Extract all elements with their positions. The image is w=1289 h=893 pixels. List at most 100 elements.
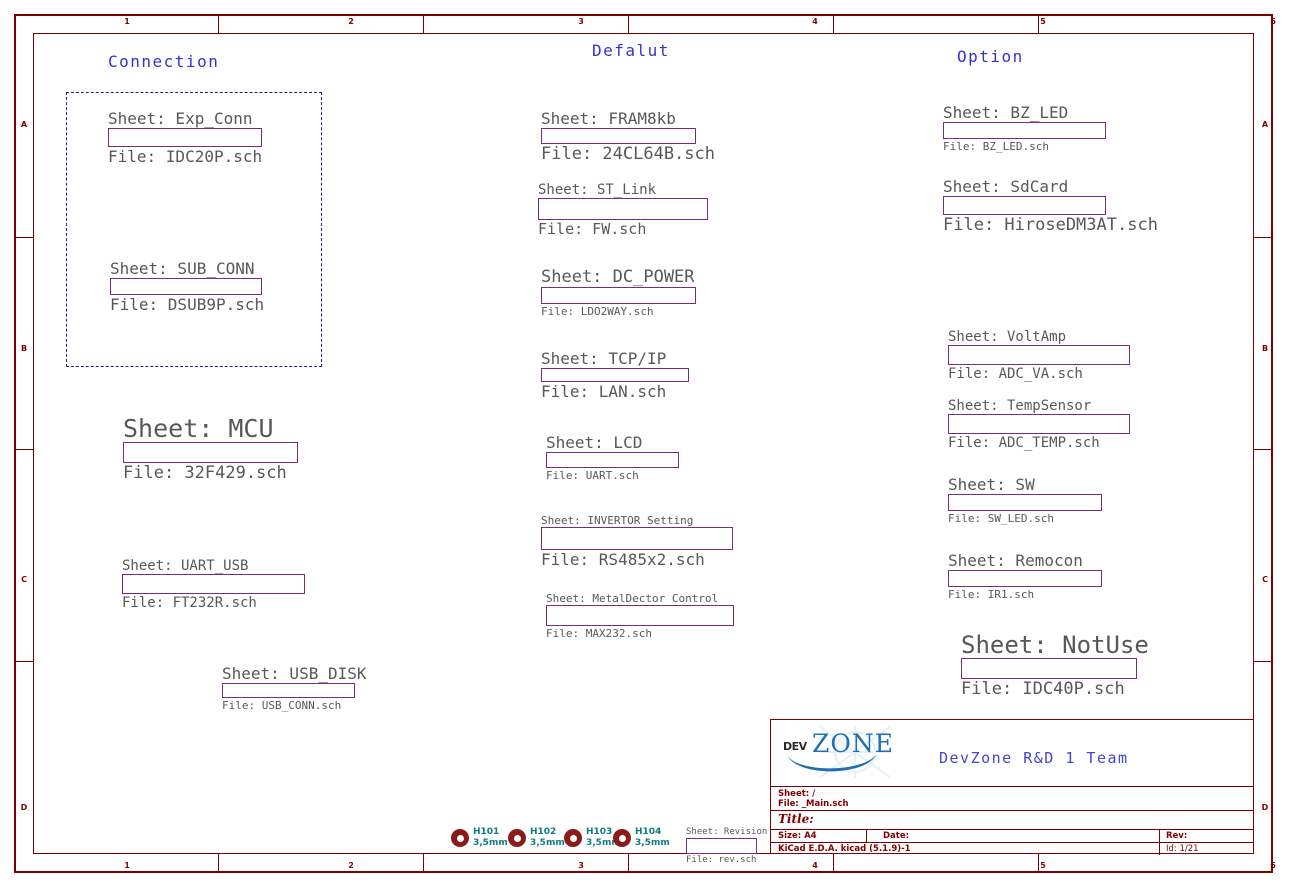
sheet-box[interactable] xyxy=(546,605,734,626)
sheet-name-label: Sheet: USB_DISK xyxy=(222,664,367,683)
sheet-file-label: File: UART.sch xyxy=(546,469,639,482)
zone-label-bottom-2: 2 xyxy=(348,861,354,870)
sheet-file-label: File: RS485x2.sch xyxy=(541,550,705,569)
sheet-symbol-st-link[interactable]: Sheet: ST_Link File: FW.sch xyxy=(538,183,708,237)
mounting-hole-label: H101 3,5mm xyxy=(473,827,508,849)
title-block-divider-2 xyxy=(771,810,1253,811)
sheet-symbol-remocon[interactable]: Sheet: Remocon File: IR1.sch xyxy=(948,553,1102,600)
sheet-symbol-usb-disk[interactable]: Sheet: USB_DISK File: USB_CONN.sch xyxy=(222,666,367,711)
sheet-box[interactable] xyxy=(541,287,696,304)
zone-label-bottom-1: 1 xyxy=(124,861,130,870)
zone-tick-bottom-3 xyxy=(628,854,630,873)
zone-tick-bottom-2 xyxy=(423,854,425,873)
schematic-sheet: 1 2 3 4 5 6 1 2 3 4 5 6 A B C D A B C D … xyxy=(0,0,1289,893)
sheet-box[interactable] xyxy=(948,494,1102,511)
sheet-name-label: Sheet: Revision xyxy=(686,827,768,837)
sheet-box[interactable] xyxy=(686,838,757,854)
file-name-text: File: _Main.sch xyxy=(778,799,849,809)
sheet-name-label: Sheet: INVERTOR Setting xyxy=(541,514,694,527)
mounting-hole-pad-icon xyxy=(564,829,582,847)
sheet-symbol-uart-usb[interactable]: Sheet: UART_USB File: FT232R.sch xyxy=(122,559,305,610)
zone-tick-right-c xyxy=(1254,661,1273,663)
sheet-symbol-invertor[interactable]: Sheet: INVERTOR Setting File: RS485x2.sc… xyxy=(541,515,733,568)
sheet-symbol-tempsensor[interactable]: Sheet: TempSensor File: ADC_TEMP.sch xyxy=(948,399,1130,450)
title-block: DEV ZONE DevZone R&D 1 Team Sheet: / Fil… xyxy=(770,719,1254,855)
sheet-file-label: File: rev.sch xyxy=(686,855,757,865)
sheet-box[interactable] xyxy=(948,414,1130,434)
sheet-file-label: File: FW.sch xyxy=(538,220,647,238)
zone-tick-top-3 xyxy=(628,14,630,33)
sheet-name-label: Sheet: SW xyxy=(948,475,1035,494)
mounting-hole-h104[interactable]: H104 3,5mm xyxy=(613,827,683,851)
sheet-symbol-bz-led[interactable]: Sheet: BZ_LED File: BZ_LED.sch xyxy=(943,105,1106,152)
sheet-file-label: File: MAX232.sch xyxy=(546,627,652,640)
sheet-box[interactable] xyxy=(108,128,262,147)
group-title-default: Defalut xyxy=(592,41,670,60)
sheet-box[interactable] xyxy=(541,128,696,144)
sheet-symbol-metaldector[interactable]: Sheet: MetalDector Control File: MAX232.… xyxy=(546,593,734,639)
devzone-logo: DEV ZONE xyxy=(781,726,893,778)
sheet-symbol-dc-power[interactable]: Sheet: DC_POWER File: LDO2WAY.sch xyxy=(541,269,696,317)
sheet-box[interactable] xyxy=(123,442,298,463)
mounting-hole-size: 3,5mm xyxy=(635,838,670,848)
sheet-symbol-sdcard[interactable]: Sheet: SdCard File: HiroseDM3AT.sch xyxy=(943,179,1158,234)
sheet-file-label: File: LDO2WAY.sch xyxy=(541,305,654,318)
sheet-symbol-sw[interactable]: Sheet: SW File: SW_LED.sch xyxy=(948,477,1102,524)
sheet-box[interactable] xyxy=(110,278,262,295)
sheet-name-label: Sheet: ST_Link xyxy=(538,182,657,198)
zone-tick-bottom-1 xyxy=(218,854,220,873)
sheet-box[interactable] xyxy=(943,196,1106,215)
sheet-symbol-revision[interactable]: Sheet: Revision File: rev.sch xyxy=(686,828,767,865)
sheet-name-label: Sheet: DC_POWER xyxy=(541,267,695,287)
zone-label-bottom-4: 4 xyxy=(812,861,818,870)
sheet-symbol-mcu[interactable]: Sheet: MCU File: 32F429.sch xyxy=(123,416,298,482)
sheet-name-label: Sheet: Remocon xyxy=(948,551,1083,570)
title-block-divider-1 xyxy=(771,786,1253,787)
sheet-symbol-fram8kb[interactable]: Sheet: FRAM8kb File: 24CL64B.sch xyxy=(541,111,715,163)
sheet-box[interactable] xyxy=(222,683,355,698)
company-name: DevZone R&D 1 Team xyxy=(939,749,1129,767)
title-block-vdivider-rev xyxy=(1159,829,1160,855)
sheet-box[interactable] xyxy=(948,570,1102,587)
logo-dev-text: DEV xyxy=(783,740,807,753)
sheet-box[interactable] xyxy=(943,122,1106,139)
sheet-file-label: File: SW_LED.sch xyxy=(948,512,1054,525)
sheet-box[interactable] xyxy=(541,368,689,382)
zone-label-top-5: 5 xyxy=(1040,17,1046,26)
zone-label-right-c: C xyxy=(1262,575,1268,584)
sheet-box[interactable] xyxy=(546,452,679,468)
logo-swoosh-icon xyxy=(785,753,885,775)
zone-label-top-6: 6 xyxy=(1270,17,1276,26)
sheet-name-label: Sheet: MCU xyxy=(123,414,274,443)
sheet-name-label: Sheet: TempSensor xyxy=(948,398,1092,414)
sheet-file-label: File: 32F429.sch xyxy=(123,463,287,483)
group-title-connection: Connection xyxy=(108,52,220,71)
zone-label-right-b: B xyxy=(1261,344,1269,353)
sheet-box[interactable] xyxy=(538,198,708,220)
sheet-box[interactable] xyxy=(961,658,1137,679)
zone-label-left-d: D xyxy=(20,803,28,812)
sheet-file-label: File: ADC_TEMP.sch xyxy=(948,435,1100,451)
sheet-file-label: File: DSUB9P.sch xyxy=(110,295,265,314)
sheet-symbol-sub-conn[interactable]: Sheet: SUB_CONN File: DSUB9P.sch xyxy=(110,261,264,313)
mounting-hole-label: H102 3,5mm xyxy=(530,827,565,849)
zone-label-top-3: 3 xyxy=(578,17,584,26)
sheet-symbol-tcp-ip[interactable]: Sheet: TCP/IP File: LAN.sch xyxy=(541,351,689,400)
sheet-symbol-notuse[interactable]: Sheet: NotUse File: IDC40P.sch xyxy=(961,633,1149,698)
sheet-symbol-lcd[interactable]: Sheet: LCD File: UART.sch xyxy=(546,435,679,481)
mounting-hole-size: 3,5mm xyxy=(530,838,565,848)
sheet-box[interactable] xyxy=(541,527,733,550)
sheet-file-label: File: FT232R.sch xyxy=(122,595,257,611)
sheet-box[interactable] xyxy=(948,345,1130,365)
sheet-file-label: File: LAN.sch xyxy=(541,382,667,401)
sheet-box[interactable] xyxy=(122,574,305,594)
sheet-name-label: Sheet: FRAM8kb xyxy=(541,109,676,128)
sheet-name-label: Sheet: Exp_Conn xyxy=(108,109,253,128)
mounting-hole-ref: H102 xyxy=(530,827,557,837)
title-block-vdivider-date xyxy=(866,829,867,842)
sheet-symbol-exp-conn[interactable]: Sheet: Exp_Conn File: IDC20P.sch xyxy=(108,111,262,165)
sheet-name-label: Sheet: SUB_CONN xyxy=(110,259,255,278)
sheet-name-label: Sheet: BZ_LED xyxy=(943,103,1069,122)
mounting-hole-size: 3,5mm xyxy=(473,838,508,848)
sheet-symbol-voltamp[interactable]: Sheet: VoltAmp File: ADC_VA.sch xyxy=(948,330,1130,381)
